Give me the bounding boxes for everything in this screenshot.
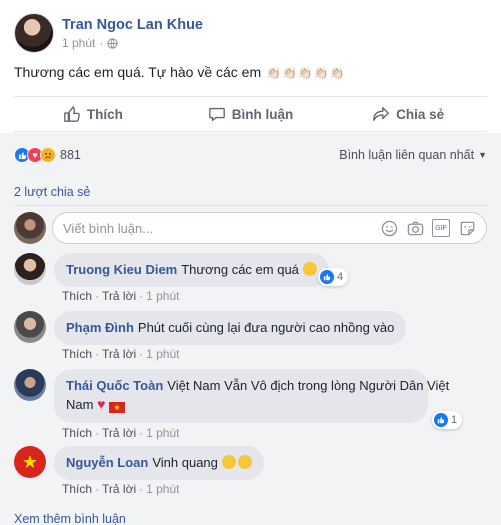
comment-reaction-badge[interactable]: 4 [318, 268, 349, 286]
post-header-text: Tran Ngoc Lan Khue 1 phút · [62, 16, 203, 50]
comment-input[interactable] [63, 220, 380, 236]
commenter-avatar[interactable]: ★ [14, 446, 46, 478]
share-label: Chia sẻ [396, 106, 445, 122]
comment-bubble: Nguyễn Loan Vinh quang [54, 446, 264, 480]
comment-text: Phút cuối cùng lại đưa người cao nhồng v… [137, 320, 395, 335]
comment-reaction-count: 1 [451, 414, 458, 426]
comments-area: ♥ 881 Bình luận liên quan nhất ▼ 2 lượt … [0, 133, 501, 525]
comment-time[interactable]: 1 phút [146, 289, 179, 303]
comment-reaction-badge[interactable]: 1 [432, 411, 463, 429]
dot-separator: · [95, 347, 100, 361]
comment-time[interactable]: 1 phút [146, 482, 179, 496]
thumbs-up-icon [63, 106, 80, 122]
clap-emoji: 👏🏻 [329, 66, 345, 80]
commenter-avatar[interactable] [14, 253, 46, 285]
commenter-name[interactable]: Nguyễn Loan [66, 455, 148, 470]
author-avatar[interactable] [14, 13, 54, 53]
post-header: Tran Ngoc Lan Khue 1 phút · [14, 11, 203, 55]
dot-separator: · [95, 426, 100, 440]
share-arrow-icon [373, 107, 390, 121]
comment-time[interactable]: 1 phút [146, 347, 179, 361]
clap-emoji: 👏🏻 [313, 66, 329, 80]
comment-button[interactable]: Bình luận [172, 97, 330, 131]
dot-separator: · [95, 289, 100, 303]
dot-separator: · [139, 347, 144, 361]
sticker-icon[interactable] [458, 219, 476, 237]
post-meta: 1 phút · [62, 36, 203, 50]
post-time[interactable]: 1 phút [62, 36, 95, 50]
camera-icon[interactable] [406, 219, 424, 237]
shares-count[interactable]: 2 lượt chia sẻ [14, 185, 90, 199]
commenter-name[interactable]: Thái Quốc Toàn [66, 378, 163, 393]
gif-icon[interactable]: GIF [432, 219, 450, 237]
heart-emoji-icon: ♥ [97, 396, 106, 412]
comment-actions: Thích · Trả lời · 1 phút [62, 482, 179, 496]
comment-label: Bình luận [231, 106, 294, 122]
dot-separator: · [139, 426, 144, 440]
like-button[interactable]: Thích [14, 97, 172, 131]
meta-separator: · [99, 36, 104, 50]
comment-reply-link[interactable]: Trả lời [102, 482, 136, 496]
comment-like-link[interactable]: Thích [62, 482, 92, 496]
comment-like-link[interactable]: Thích [62, 426, 92, 440]
divider [14, 205, 487, 206]
comment-text-line-2: Nam [66, 397, 94, 412]
comment-reaction-count: 4 [337, 271, 344, 283]
reaction-icons[interactable]: ♥ [14, 147, 56, 163]
comment-sort-label: Bình luận liên quan nhất [339, 148, 475, 162]
reaction-count[interactable]: 881 [60, 148, 81, 162]
commenter-name[interactable]: Phạm Đình [66, 320, 134, 335]
composer-icons: GIF [380, 219, 476, 237]
post-actions: Thích Bình luận Chia sẻ [14, 96, 487, 132]
comment-bubble: Thái Quốc Toàn Việt Nam Vẫn Vô địch trong… [54, 369, 449, 423]
vietnam-flag-icon: ★ [109, 402, 126, 413]
globe-icon[interactable] [107, 37, 119, 49]
post-text: Thương các em quá. Tự hào về các em [14, 64, 262, 80]
like-reaction-icon [434, 413, 448, 427]
dot-separator: · [139, 289, 144, 303]
viewer-avatar [14, 212, 46, 244]
comment-actions: Thích · Trả lời · 1 phút [62, 289, 179, 303]
smile-emoji-icon [302, 262, 317, 276]
comment-bubble: Phạm Đình Phút cuối cùng lại đưa người ca… [54, 311, 407, 345]
commenter-avatar[interactable] [14, 369, 46, 401]
comment-reply-link[interactable]: Trả lời [102, 289, 136, 303]
clap-emoji: 👏🏻 [266, 66, 281, 80]
reactions-summary: ♥ 881 Bình luận liên quan nhất ▼ [14, 145, 487, 165]
share-button[interactable]: Chia sẻ [329, 97, 487, 131]
comment-actions: Thích · Trả lời · 1 phút [62, 347, 179, 361]
comment-text: Vinh quang [152, 455, 218, 470]
view-more-comments-link[interactable]: Xem thêm bình luận [14, 512, 126, 525]
comment-like-link[interactable]: Thích [62, 347, 92, 361]
comment-icon [208, 107, 225, 121]
comment-sort-dropdown[interactable]: Bình luận liên quan nhất ▼ [339, 148, 487, 162]
post-text-container: Thương các em quá. Tự hào về các em 👏🏻👏🏻… [14, 64, 345, 80]
caret-down-icon: ▼ [478, 150, 487, 160]
laughing-emoji-icon [221, 455, 236, 469]
dot-separator: · [95, 482, 100, 496]
commenter-avatar[interactable] [14, 311, 46, 343]
comment-actions: Thích · Trả lời · 1 phút [62, 426, 179, 440]
comment-time[interactable]: 1 phút [146, 426, 179, 440]
laughing-emoji-icon [237, 455, 252, 469]
sad-reaction-icon [40, 147, 56, 163]
like-reaction-icon [320, 270, 334, 284]
commenter-name[interactable]: Truong Kieu Diem [66, 262, 177, 277]
emoji-smile-icon[interactable] [380, 219, 398, 237]
clap-emoji: 👏🏻 [297, 66, 313, 80]
comment-input-box[interactable]: GIF [52, 212, 487, 244]
like-label: Thích [86, 106, 123, 122]
gif-label-icon: GIF [432, 219, 450, 237]
comment-composer: GIF [14, 211, 487, 245]
comment-reply-link[interactable]: Trả lời [102, 347, 136, 361]
comment-text-line-1: Việt Nam Vẫn Vô địch trong lòng Người Dâ… [167, 378, 450, 393]
clap-emoji: 👏🏻 [281, 66, 297, 80]
comment-text: Thương các em quá [181, 262, 299, 277]
comment-like-link[interactable]: Thích [62, 289, 92, 303]
dot-separator: · [139, 482, 144, 496]
author-name[interactable]: Tran Ngoc Lan Khue [62, 16, 203, 34]
comment-bubble: Truong Kieu Diem Thương các em quá [54, 253, 329, 287]
comment-reply-link[interactable]: Trả lời [102, 426, 136, 440]
